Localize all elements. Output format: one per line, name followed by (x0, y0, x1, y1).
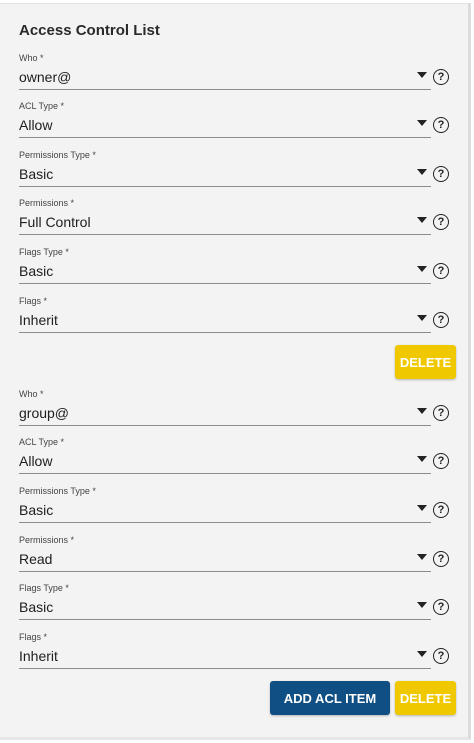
chevron-down-icon[interactable] (417, 169, 427, 175)
chevron-down-icon[interactable] (417, 217, 427, 223)
field-label: Flags * (19, 632, 48, 642)
chevron-down-icon[interactable] (417, 505, 427, 511)
flags-type-select[interactable]: Flags Type * Basic ? (19, 247, 451, 291)
field-value[interactable]: Basic (19, 260, 419, 282)
delete-button[interactable]: DELETE (395, 345, 456, 379)
field-label: Who * (19, 389, 44, 399)
field-label: ACL Type * (19, 437, 65, 447)
who-select[interactable]: Who * owner@ ? (19, 53, 451, 97)
help-icon[interactable]: ? (433, 599, 449, 615)
add-acl-item-button[interactable]: ADD ACL ITEM (270, 681, 390, 715)
who-select[interactable]: Who * group@ ? (19, 389, 451, 433)
field-value[interactable]: Inherit (19, 645, 419, 667)
field-label: Flags Type * (19, 247, 69, 257)
help-icon[interactable]: ? (433, 263, 449, 279)
chevron-down-icon[interactable] (417, 554, 427, 560)
field-underline (19, 571, 431, 572)
acl-type-select[interactable]: ACL Type * Allow ? (19, 437, 451, 481)
field-label: Flags * (19, 296, 48, 306)
permissions-type-select[interactable]: Permissions Type * Basic ? (19, 150, 451, 194)
field-underline (19, 619, 431, 620)
field-value[interactable]: Basic (19, 596, 419, 618)
field-label: ACL Type * (19, 101, 65, 111)
chevron-down-icon[interactable] (417, 651, 427, 657)
field-label: Permissions Type * (19, 486, 96, 496)
flags-select[interactable]: Flags * Inherit ? (19, 632, 451, 676)
field-underline (19, 425, 431, 426)
field-value[interactable]: Full Control (19, 211, 419, 233)
permissions-type-select[interactable]: Permissions Type * Basic ? (19, 486, 451, 530)
acl-panel: Access Control List Who * owner@ ? ACL T… (0, 3, 471, 740)
field-underline (19, 89, 431, 90)
field-label: Permissions * (19, 535, 75, 545)
field-underline (19, 522, 431, 523)
help-icon[interactable]: ? (433, 551, 449, 567)
chevron-down-icon[interactable] (417, 120, 427, 126)
field-label: Permissions Type * (19, 150, 96, 160)
help-icon[interactable]: ? (433, 405, 449, 421)
field-value[interactable]: group@ (19, 402, 419, 424)
help-icon[interactable]: ? (433, 117, 449, 133)
field-underline (19, 283, 431, 284)
field-value[interactable]: Basic (19, 499, 419, 521)
field-value[interactable]: Inherit (19, 309, 419, 331)
field-label: Permissions * (19, 198, 75, 208)
flags-type-select[interactable]: Flags Type * Basic ? (19, 583, 451, 627)
field-underline (19, 234, 431, 235)
chevron-down-icon[interactable] (417, 315, 427, 321)
help-icon[interactable]: ? (433, 648, 449, 664)
chevron-down-icon[interactable] (417, 72, 427, 78)
field-underline (19, 186, 431, 187)
help-icon[interactable]: ? (433, 502, 449, 518)
help-icon[interactable]: ? (433, 166, 449, 182)
field-underline (19, 473, 431, 474)
field-value[interactable]: Allow (19, 450, 419, 472)
help-icon[interactable]: ? (433, 214, 449, 230)
field-underline (19, 137, 431, 138)
permissions-select[interactable]: Permissions * Full Control ? (19, 198, 451, 242)
page-title: Access Control List (19, 22, 160, 39)
help-icon[interactable]: ? (433, 312, 449, 328)
chevron-down-icon[interactable] (417, 456, 427, 462)
help-icon[interactable]: ? (433, 69, 449, 85)
chevron-down-icon[interactable] (417, 266, 427, 272)
chevron-down-icon[interactable] (417, 602, 427, 608)
field-label: Flags Type * (19, 583, 69, 593)
field-value[interactable]: Allow (19, 114, 419, 136)
chevron-down-icon[interactable] (417, 408, 427, 414)
field-value[interactable]: Read (19, 548, 419, 570)
field-underline (19, 332, 431, 333)
field-label: Who * (19, 53, 44, 63)
field-value[interactable]: owner@ (19, 66, 419, 88)
permissions-select[interactable]: Permissions * Read ? (19, 535, 451, 579)
help-icon[interactable]: ? (433, 453, 449, 469)
delete-button[interactable]: DELETE (395, 681, 456, 715)
field-underline (19, 668, 431, 669)
field-value[interactable]: Basic (19, 163, 419, 185)
flags-select[interactable]: Flags * Inherit ? (19, 296, 451, 340)
acl-type-select[interactable]: ACL Type * Allow ? (19, 101, 451, 145)
